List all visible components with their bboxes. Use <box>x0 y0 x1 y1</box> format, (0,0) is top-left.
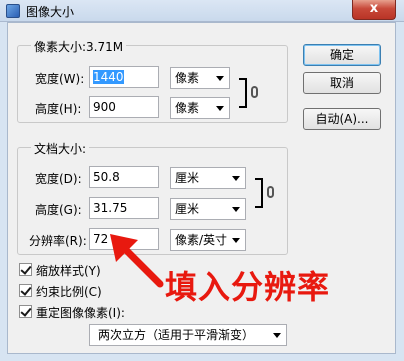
chevron-down-icon <box>232 207 240 212</box>
pixel-width-unit-select[interactable]: 像素 <box>170 67 230 89</box>
pixel-height-value: 900 <box>93 100 116 114</box>
resolution-label: 分辨率(R): <box>29 234 87 248</box>
doc-width-unit-select[interactable]: 厘米 <box>170 167 246 189</box>
resample-method-value: 两次立方（适用于平滑渐变） <box>98 328 255 342</box>
pixel-width-value: 1440 <box>93 70 124 84</box>
scale-styles-label: 缩放样式(Y) <box>36 264 101 278</box>
doc-width-label: 宽度(D): <box>35 172 82 186</box>
pixel-height-label: 高度(H): <box>35 102 82 116</box>
doc-width-input[interactable]: 50.8 <box>89 166 159 188</box>
doc-height-unit-select[interactable]: 厘米 <box>170 198 246 220</box>
doc-link-bracket <box>255 178 263 208</box>
resolution-value: 72 <box>93 232 109 246</box>
pixel-dimensions-legend: 像素大小:3.71M <box>31 38 127 55</box>
doc-height-value: 31.75 <box>93 201 128 215</box>
annotation-text: 填入分辨率 <box>165 268 331 306</box>
close-button[interactable]: x <box>352 0 396 20</box>
link-chain-icon <box>267 186 274 198</box>
cancel-button[interactable]: 取消 <box>303 72 381 94</box>
pixel-height-input[interactable]: 900 <box>89 96 159 118</box>
annotation-arrow-icon <box>110 234 164 288</box>
pixel-height-unit: 像素 <box>175 101 200 115</box>
pixel-link-bracket <box>239 78 247 108</box>
chevron-down-icon <box>232 176 240 181</box>
ok-button[interactable]: 确定 <box>303 44 381 66</box>
resample-checkbox[interactable] <box>19 305 32 318</box>
resample-label: 重定图像像素(I): <box>36 306 125 320</box>
chevron-down-icon <box>273 333 281 338</box>
pixel-height-unit-select[interactable]: 像素 <box>170 97 230 119</box>
pixel-width-input[interactable]: 1440 <box>89 66 159 88</box>
doc-height-label: 高度(G): <box>35 203 82 217</box>
scale-styles-checkbox[interactable] <box>19 263 32 276</box>
doc-height-input[interactable]: 31.75 <box>89 197 159 219</box>
resolution-unit: 像素/英寸 <box>175 233 228 247</box>
link-chain-icon <box>251 86 258 98</box>
window-title: 图像大小 <box>26 5 75 19</box>
doc-width-unit: 厘米 <box>175 171 200 185</box>
doc-width-value: 50.8 <box>93 170 120 184</box>
chevron-down-icon <box>216 106 224 111</box>
auto-button[interactable]: 自动(A)... <box>303 108 381 130</box>
pixel-width-unit: 像素 <box>175 71 200 85</box>
constrain-proportions-checkbox[interactable] <box>19 284 32 297</box>
document-size-legend: 文档大小: <box>31 140 90 157</box>
constrain-proportions-label: 约束比例(C) <box>36 285 102 299</box>
resample-method-select[interactable]: 两次立方（适用于平滑渐变） <box>89 324 287 346</box>
app-icon <box>6 4 20 18</box>
resolution-unit-select[interactable]: 像素/英寸 <box>170 229 246 251</box>
chevron-down-icon <box>216 76 224 81</box>
chevron-down-icon <box>232 238 240 243</box>
doc-height-unit: 厘米 <box>175 202 200 216</box>
pixel-width-label: 宽度(W): <box>35 72 85 86</box>
